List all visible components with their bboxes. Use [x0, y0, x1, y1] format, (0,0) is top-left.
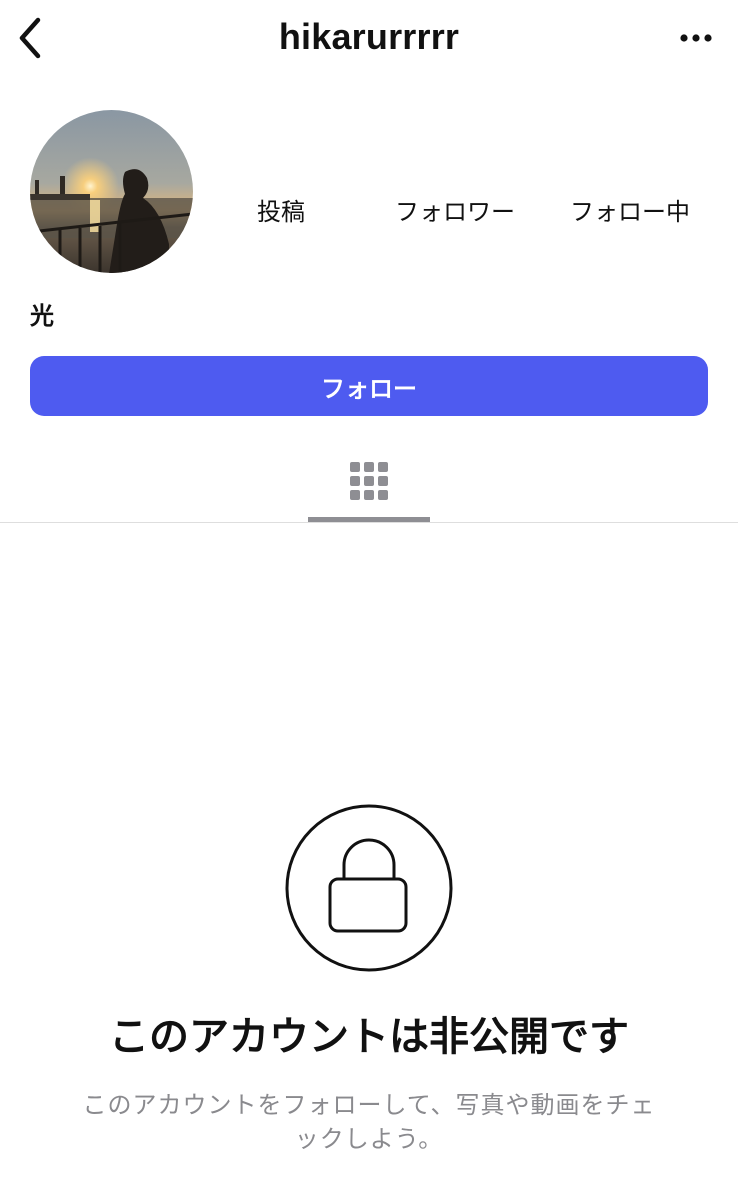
profile-username: hikarurrrrr	[278, 16, 460, 57]
private-lock-badge	[284, 803, 454, 973]
private-account-title: このアカウントは非公開です	[109, 1014, 629, 1060]
lock-icon	[285, 804, 453, 972]
follow-button[interactable]: フォロー	[30, 356, 708, 416]
avatar[interactable]	[30, 110, 193, 273]
following-stat-label[interactable]: フォロー中	[560, 192, 700, 227]
content-tab-bar	[0, 440, 738, 523]
posts-stat-label: 投稿	[257, 198, 305, 226]
avatar-photo	[30, 110, 193, 273]
private-account-description: このアカウントをフォローして、写真や動画をチェックしよう。	[82, 1091, 656, 1153]
display-name: 光	[30, 302, 54, 330]
active-tab-indicator	[308, 517, 430, 522]
more-horizontal-icon	[680, 34, 712, 42]
more-options-button[interactable]	[674, 20, 718, 56]
grid-icon	[350, 462, 388, 500]
tab-posts-grid[interactable]	[308, 440, 430, 522]
top-bar: hikarurrrrr	[0, 0, 738, 80]
followers-stat-label[interactable]: フォロワー	[385, 192, 525, 227]
